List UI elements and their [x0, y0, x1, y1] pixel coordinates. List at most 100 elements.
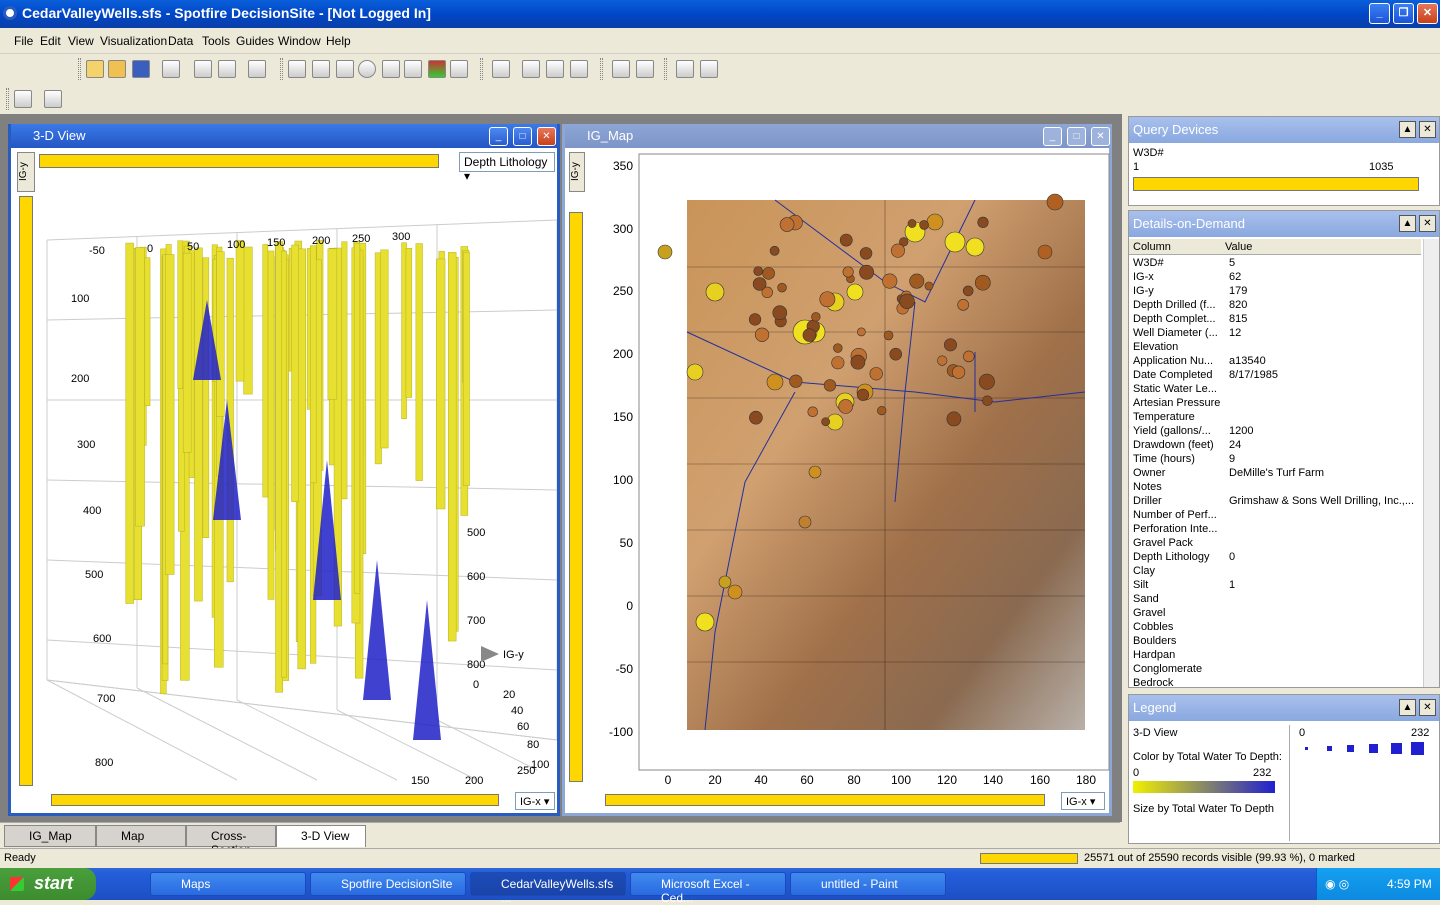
save-icon[interactable]	[132, 60, 150, 78]
print-icon[interactable]	[162, 60, 180, 78]
dod-scrollbar[interactable]	[1423, 239, 1439, 687]
well-marker[interactable]	[856, 388, 870, 401]
well-marker[interactable]	[944, 231, 966, 253]
well-marker[interactable]	[727, 584, 743, 600]
heat-map-icon[interactable]	[428, 60, 446, 78]
menu-guides[interactable]: Guides	[236, 34, 274, 48]
well-marker[interactable]	[962, 285, 974, 297]
3d-view-titlebar[interactable]: 3-D View _ □ ✕	[11, 124, 557, 148]
igmap-x-axis-select[interactable]: IG-x ▾	[1061, 792, 1105, 810]
dod-collapse-button[interactable]: ▲	[1399, 215, 1416, 232]
well-marker[interactable]	[807, 406, 818, 418]
well-marker[interactable]	[718, 575, 732, 589]
dod-col-header[interactable]: Column	[1133, 241, 1171, 253]
well-marker[interactable]	[749, 410, 763, 425]
start-button[interactable]: start	[0, 868, 96, 900]
dod-close-button[interactable]: ✕	[1419, 215, 1436, 232]
task-maps[interactable]: Maps	[150, 872, 306, 896]
3d-view-minimize-button[interactable]: _	[489, 127, 508, 146]
minimize-button[interactable]: _	[1369, 3, 1390, 24]
well-marker[interactable]	[890, 243, 905, 258]
tab-3d-view[interactable]: 3-D View	[276, 825, 366, 847]
well-marker[interactable]	[882, 273, 898, 289]
tile-horizontal-icon[interactable]	[570, 60, 588, 78]
well-marker[interactable]	[657, 244, 673, 260]
well-marker[interactable]	[883, 330, 894, 341]
well-marker[interactable]	[1046, 193, 1064, 211]
well-marker[interactable]	[859, 264, 875, 280]
well-marker[interactable]	[907, 219, 917, 228]
menu-edit[interactable]: Edit	[40, 34, 61, 48]
well-marker[interactable]	[808, 465, 822, 479]
well-marker[interactable]	[982, 395, 993, 406]
well-marker[interactable]	[779, 217, 795, 232]
igmap-y-axis-selector[interactable]: IG-y	[569, 152, 585, 192]
well-marker[interactable]	[842, 266, 854, 278]
bookmark-icon[interactable]	[676, 60, 694, 78]
well-marker[interactable]	[748, 313, 762, 326]
well-marker[interactable]	[821, 417, 831, 427]
copy-icon[interactable]	[194, 60, 212, 78]
paste-icon[interactable]	[218, 60, 236, 78]
3d-left-range-slider[interactable]	[19, 196, 33, 786]
3d-bottom-range-slider[interactable]	[51, 794, 499, 806]
igmap-y-range-slider[interactable]	[569, 212, 583, 782]
igmap-maximize-button[interactable]: □	[1067, 127, 1086, 146]
well-marker[interactable]	[762, 267, 775, 280]
bar-chart-icon[interactable]	[336, 60, 354, 78]
menu-view[interactable]: View	[68, 34, 94, 48]
menu-file[interactable]: File	[14, 34, 33, 48]
igmap-close-button[interactable]: ✕	[1091, 127, 1110, 146]
3d-view-maximize-button[interactable]: □	[513, 127, 532, 146]
cascade-icon[interactable]	[522, 60, 540, 78]
well-marker[interactable]	[909, 273, 925, 289]
tile-vertical-icon[interactable]	[546, 60, 564, 78]
menu-help[interactable]: Help	[326, 34, 351, 48]
tab-map[interactable]: Map	[96, 825, 186, 847]
3d-plot-canvas[interactable]: -50 0 50 100 150 200 250 300 100 200 300…	[37, 180, 557, 788]
well-marker[interactable]	[846, 283, 864, 301]
restore-button[interactable]: ❐	[1393, 3, 1414, 24]
3d-y-axis-selector[interactable]: IG-y	[17, 152, 35, 192]
query-collapse-button[interactable]: ▲	[1399, 121, 1416, 138]
undo-icon[interactable]	[248, 60, 266, 78]
tray-icons[interactable]: ◉ ◎	[1325, 877, 1349, 891]
tab-ig-map[interactable]: IG_Map	[4, 825, 96, 847]
scatter-plot-icon[interactable]	[288, 60, 306, 78]
well-marker[interactable]	[823, 379, 837, 392]
3d-color-select[interactable]: Depth Lithology ▾	[459, 152, 555, 183]
well-marker[interactable]	[811, 312, 821, 322]
well-marker[interactable]	[839, 233, 853, 247]
3d-x-axis-select[interactable]: IG-x ▾	[515, 792, 555, 810]
list-icon[interactable]	[636, 60, 654, 78]
well-marker[interactable]	[977, 216, 989, 228]
well-marker[interactable]	[963, 350, 975, 363]
annotation-icon[interactable]	[700, 60, 718, 78]
3d-top-range-slider[interactable]	[39, 154, 439, 168]
line-chart-icon[interactable]	[382, 60, 400, 78]
well-marker[interactable]	[772, 305, 788, 321]
menu-data[interactable]: Data	[168, 34, 193, 48]
well-marker[interactable]	[752, 277, 767, 291]
query-close-button[interactable]: ✕	[1419, 121, 1436, 138]
well-marker[interactable]	[833, 343, 843, 353]
igmap-plot[interactable]: 350 300 250 200 150 100 50 0 -50 -100 0 …	[595, 152, 1111, 788]
well-marker[interactable]	[802, 328, 817, 342]
open-folder-icon[interactable]	[108, 60, 126, 78]
well-marker[interactable]	[753, 266, 764, 276]
pie-chart-icon[interactable]	[358, 60, 376, 78]
well-marker[interactable]	[819, 291, 836, 308]
menu-tools[interactable]: Tools	[202, 34, 230, 48]
task-cedarvalley[interactable]: CedarValleyWells.sfs ...	[470, 872, 626, 905]
well-marker[interactable]	[766, 373, 784, 391]
well-marker[interactable]	[1037, 244, 1053, 260]
well-marker[interactable]	[877, 405, 887, 416]
igmap-minimize-button[interactable]: _	[1043, 127, 1062, 146]
close-button[interactable]: ✕	[1417, 3, 1438, 24]
task-paint[interactable]: untitled - Paint	[790, 872, 946, 896]
legend-close-button[interactable]: ✕	[1419, 699, 1436, 716]
properties-icon[interactable]	[612, 60, 630, 78]
well-marker[interactable]	[965, 237, 985, 257]
well-marker[interactable]	[944, 338, 957, 352]
task-excel[interactable]: Microsoft Excel - Ced...	[630, 872, 786, 905]
